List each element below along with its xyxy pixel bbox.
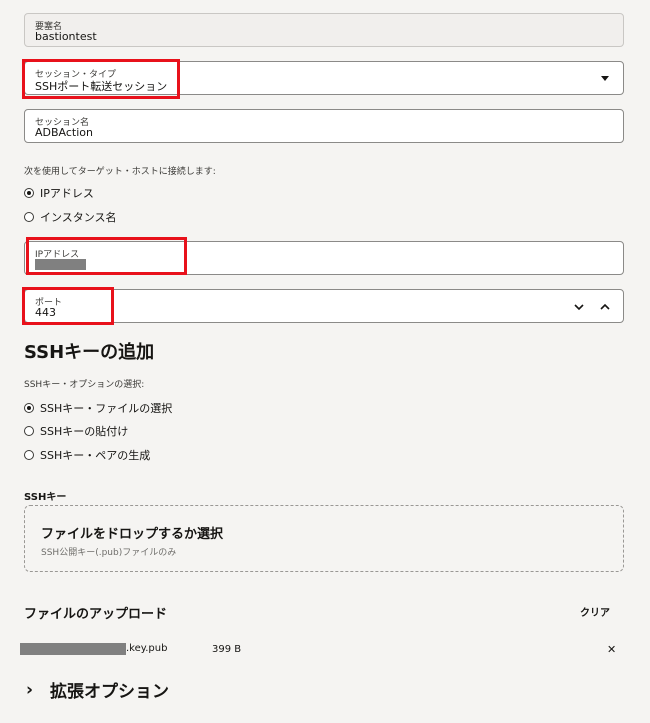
radio-ssh-key-generate[interactable]: SSHキー・ペアの生成 xyxy=(24,447,150,463)
radio-ip-address-label: IPアドレス xyxy=(40,187,94,200)
radio-ssh-key-paste[interactable]: SSHキーの貼付け xyxy=(24,423,128,439)
ssh-key-heading: SSHキーの追加 xyxy=(24,342,155,363)
file-dropzone[interactable]: ファイルをドロップするか選択 SSH公開キー(.pub)ファイルのみ xyxy=(24,505,624,572)
session-name-field[interactable]: セッション名 ADBAction xyxy=(24,109,624,143)
dropzone-title[interactable]: ファイルをドロップするか選択 xyxy=(41,523,223,542)
port-highlight xyxy=(22,287,114,325)
connect-prompt: 次を使用してターゲット・ホストに接続します: xyxy=(24,167,216,177)
session-type-highlight xyxy=(22,59,180,99)
ip-address-highlight xyxy=(26,237,187,275)
session-name-value: ADBAction xyxy=(35,126,93,139)
radio-ssh-key-file-label: SSHキー・ファイルの選択 xyxy=(40,402,173,415)
dropzone-subtitle: SSH公開キー(.pub)ファイルのみ xyxy=(41,548,177,558)
remove-file-icon[interactable]: ✕ xyxy=(607,643,616,656)
radio-ssh-key-generate-label: SSHキー・ペアの生成 xyxy=(40,449,151,462)
uploaded-file-row: .key.pub 399 B ✕ xyxy=(20,643,625,659)
decrement-chevron-icon[interactable] xyxy=(572,300,586,314)
bastion-name-field: 要塞名 bastiontest xyxy=(24,13,624,47)
bastion-name-value: bastiontest xyxy=(35,30,97,43)
caret-down-icon xyxy=(601,76,609,81)
radio-ssh-key-file[interactable]: SSHキー・ファイルの選択 xyxy=(24,400,172,416)
increment-chevron-icon[interactable] xyxy=(598,300,612,314)
radio-unselected-icon[interactable] xyxy=(24,426,34,436)
file-size: 399 B xyxy=(212,644,242,655)
radio-unselected-icon[interactable] xyxy=(24,212,34,222)
ssh-option-prompt: SSHキー・オプションの選択: xyxy=(24,380,145,390)
file-name-redacted xyxy=(20,643,126,655)
radio-ip-address[interactable]: IPアドレス xyxy=(24,185,94,201)
radio-selected-icon[interactable] xyxy=(24,188,34,198)
upload-heading: ファイルのアップロード xyxy=(24,607,168,622)
file-name-suffix: .key.pub xyxy=(126,643,168,654)
port-field[interactable]: ポート 443 xyxy=(24,289,624,323)
radio-instance-name[interactable]: インスタンス名 xyxy=(24,209,117,225)
advanced-options-label[interactable]: 拡張オプション xyxy=(50,677,169,702)
ssh-key-label: SSHキー xyxy=(24,492,67,503)
radio-ssh-key-paste-label: SSHキーの貼付け xyxy=(40,425,129,438)
radio-instance-name-label: インスタンス名 xyxy=(40,211,117,224)
clear-button[interactable]: クリア xyxy=(580,604,610,619)
radio-unselected-icon[interactable] xyxy=(24,450,34,460)
radio-selected-icon[interactable] xyxy=(24,403,34,413)
chevron-right-icon[interactable]: › xyxy=(26,680,50,700)
advanced-options-toggle[interactable]: › 拡張オプション xyxy=(26,677,169,703)
